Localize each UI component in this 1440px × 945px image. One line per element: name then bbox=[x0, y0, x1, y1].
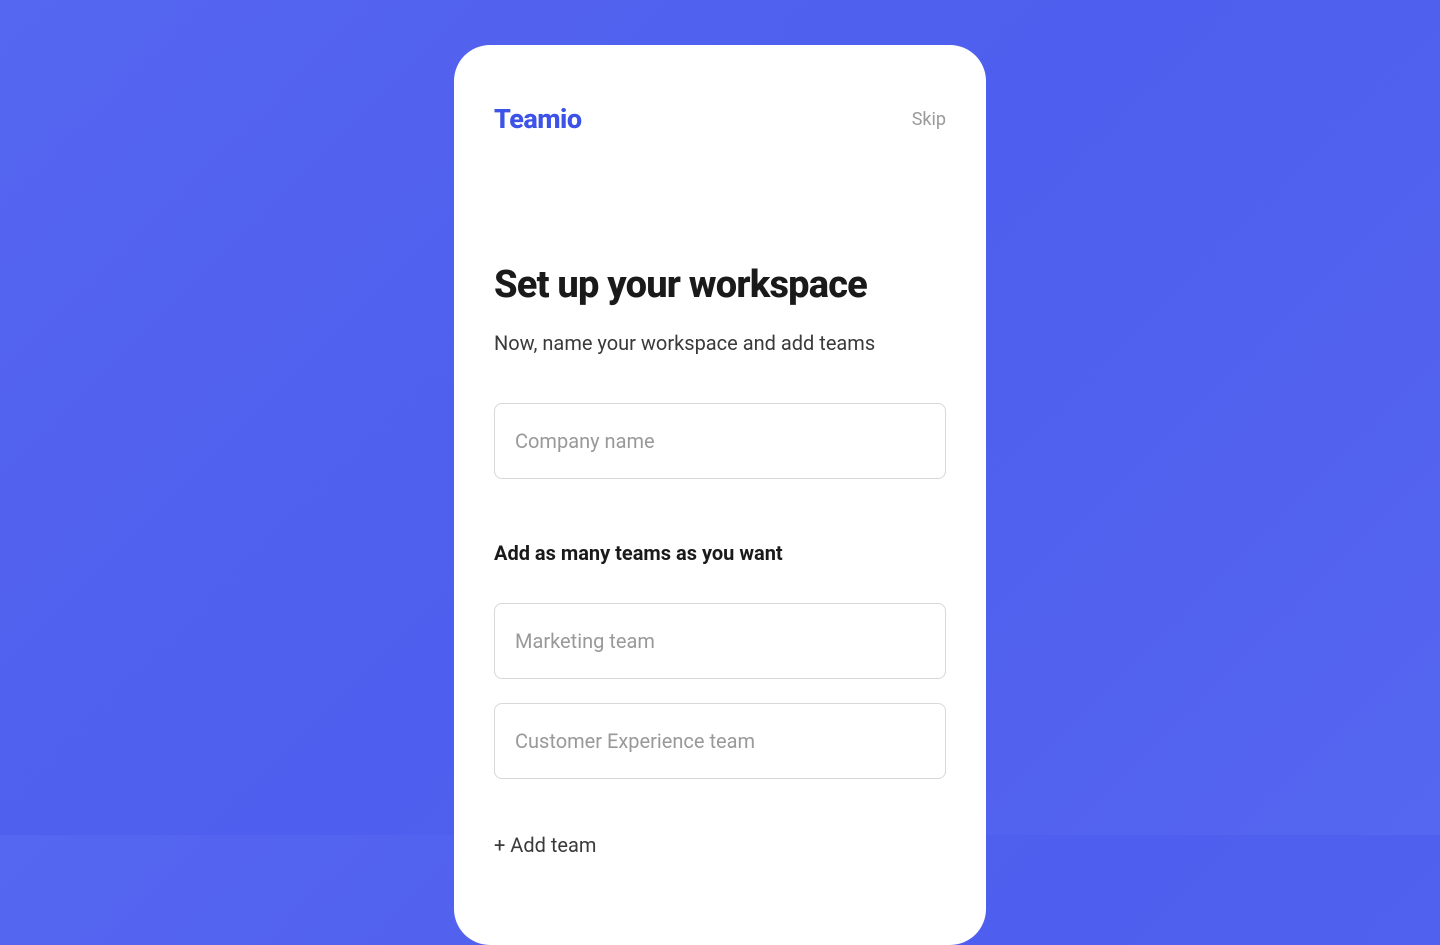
company-name-input[interactable] bbox=[494, 403, 946, 479]
page-title: Set up your workspace bbox=[494, 265, 946, 307]
card-header: Teamio Skip bbox=[494, 103, 946, 135]
add-team-button[interactable]: + Add team bbox=[494, 825, 596, 865]
onboarding-card: Teamio Skip Set up your workspace Now, n… bbox=[454, 45, 986, 945]
teams-section-label: Add as many teams as you want bbox=[494, 541, 946, 565]
team-name-input[interactable] bbox=[494, 603, 946, 679]
skip-button[interactable]: Skip bbox=[912, 109, 946, 130]
brand-logo: Teamio bbox=[494, 103, 582, 135]
team-name-input[interactable] bbox=[494, 703, 946, 779]
page-subtitle: Now, name your workspace and add teams bbox=[494, 331, 946, 355]
